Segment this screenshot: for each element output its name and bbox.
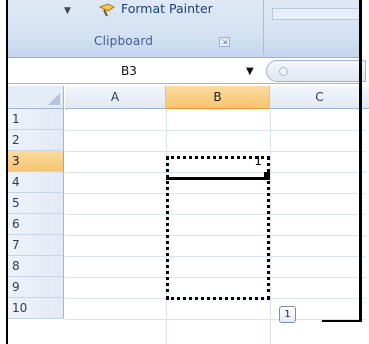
paste-options-icon[interactable]: 1 [279, 306, 296, 323]
row-header-8[interactable]: 8 [8, 256, 64, 277]
formula-bar-handle[interactable] [266, 60, 366, 82]
row-header-10[interactable]: 10 [8, 298, 64, 319]
frame-border [6, 0, 8, 344]
column-header-a[interactable]: A [65, 86, 166, 109]
row-header-6[interactable]: 6 [8, 214, 64, 235]
formula-bar-circle-icon [279, 67, 288, 76]
row-header-1[interactable]: 1 [8, 109, 64, 130]
excel-window: ▼ Format Painter Clipboard ⇲ B3 ▼ A B C … [6, 0, 369, 344]
clipboard-group-label: Clipboard [94, 34, 154, 48]
gridline [65, 151, 365, 152]
ribbon: ▼ Format Painter Clipboard ⇲ [8, 0, 362, 58]
frame-border [359, 0, 362, 322]
gridline [65, 130, 365, 131]
row-header-9[interactable]: 9 [8, 277, 64, 298]
select-all-button[interactable] [8, 86, 64, 109]
font-group-control[interactable] [272, 8, 362, 20]
formula-bar: B3 ▼ [8, 58, 366, 84]
clipboard-dialog-launcher-icon[interactable]: ⇲ [219, 37, 230, 47]
row-header-7[interactable]: 7 [8, 235, 64, 256]
row-header-2[interactable]: 2 [8, 130, 64, 151]
column-header-c[interactable]: C [270, 86, 369, 109]
row-header-4[interactable]: 4 [8, 172, 64, 193]
name-box-dropdown-icon[interactable]: ▼ [246, 66, 254, 77]
active-cell-border [166, 177, 270, 180]
frame-border [322, 320, 362, 322]
gridline [270, 109, 271, 344]
paste-dropdown-arrow-icon[interactable]: ▼ [64, 6, 71, 16]
format-painter-button[interactable]: Format Painter [121, 1, 213, 16]
row-header-3[interactable]: 3 [8, 151, 64, 172]
gridline [65, 319, 365, 320]
select-all-triangle-icon [48, 93, 60, 105]
format-painter-icon[interactable] [98, 3, 116, 17]
name-box[interactable]: B3 ▼ [8, 61, 258, 81]
clipboard-group: ▼ Format Painter Clipboard ⇲ [8, 0, 264, 54]
worksheet-grid: A B C 1 2 3 4 5 6 7 8 9 10 1 1 [8, 86, 369, 344]
row-header-5[interactable]: 5 [8, 193, 64, 214]
column-header-b[interactable]: B [166, 86, 270, 109]
name-box-value[interactable]: B3 [121, 64, 137, 78]
fill-handle[interactable] [264, 172, 270, 178]
